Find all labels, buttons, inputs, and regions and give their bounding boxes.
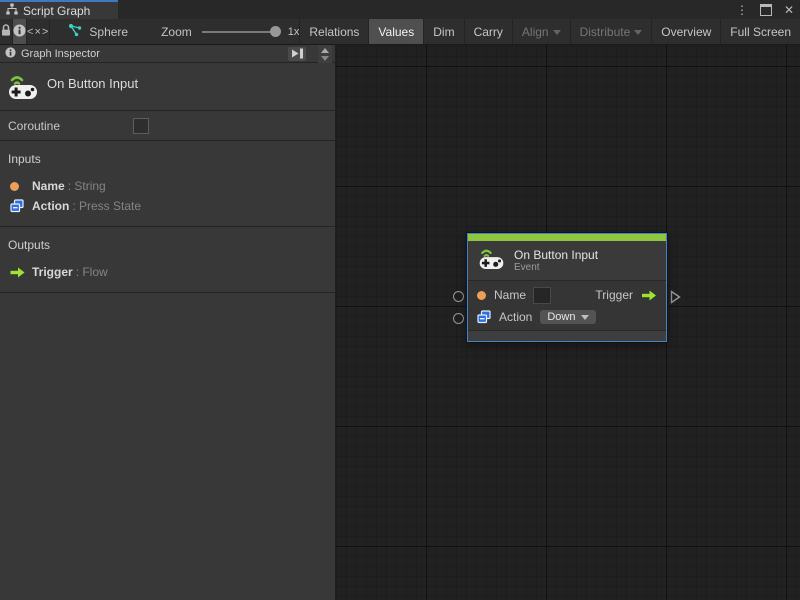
window-controls: ⋮ ✕ [736, 0, 794, 19]
scroll-down-icon[interactable] [321, 55, 329, 61]
flow-port-icon[interactable] [641, 290, 657, 301]
carry-button[interactable]: Carry [465, 19, 513, 44]
dim-button[interactable]: Dim [424, 19, 465, 44]
values-button[interactable]: Values [369, 19, 425, 44]
graph-inspector-panel: Graph Inspector On Button Input Coroutin… [0, 45, 336, 600]
graph-toolbar: <×> Sphere Zoom 1x Relations Values Dim [0, 19, 800, 45]
zoom-label: Zoom [161, 24, 192, 39]
chevron-down-icon [634, 29, 643, 35]
lock-button[interactable] [0, 19, 13, 44]
on-button-input-node[interactable]: On Button Input Event Name Trigger Actio… [467, 233, 667, 342]
graph-context-segment: Sphere Zoom 1x [50, 19, 301, 44]
name-value-input[interactable] [533, 286, 552, 304]
code-icon: <×> [27, 25, 50, 38]
relations-button[interactable]: Relations [300, 19, 370, 44]
outputs-section: Outputs Trigger : Flow [0, 227, 335, 293]
window-menu-icon[interactable]: ⋮ [736, 4, 748, 16]
graph-pointer-icon [68, 23, 82, 40]
coroutine-row: Coroutine [0, 111, 335, 141]
code-view-button[interactable]: <×> [27, 19, 51, 44]
name-port-hint-circle[interactable] [453, 291, 464, 302]
node-body: Name Trigger Action Down [468, 281, 666, 330]
scroll-up-icon[interactable] [321, 47, 329, 53]
inputs-section: Inputs Name : String Action : Press Stat… [0, 141, 335, 227]
zoom-slider-handle[interactable] [269, 25, 281, 37]
graph-canvas[interactable]: On Button Input Event Name Trigger Actio… [336, 45, 800, 600]
enum-port-icon [10, 199, 32, 213]
name-port-label: Name [494, 288, 527, 302]
lock-icon [0, 23, 12, 40]
node-title: On Button Input [514, 247, 599, 262]
output-row-trigger: Trigger : Flow [0, 262, 335, 282]
event-color-bar [468, 234, 666, 241]
name-port-row: Name Trigger [477, 284, 657, 306]
info-icon [5, 46, 16, 61]
overview-button[interactable]: Overview [652, 19, 722, 44]
dock-right-icon [291, 48, 303, 59]
flow-port-icon [10, 267, 32, 278]
action-dropdown-value: Down [547, 311, 576, 323]
chevron-down-icon [552, 29, 561, 35]
info-icon [13, 24, 26, 40]
script-graph-icon [6, 3, 18, 18]
input-row-action: Action : Press State [0, 196, 335, 216]
unit-header: On Button Input [0, 63, 335, 111]
close-icon[interactable]: ✕ [784, 4, 794, 16]
node-header[interactable]: On Button Input Event [468, 241, 666, 281]
node-subtitle: Event [514, 261, 540, 273]
tab-script-graph[interactable]: Script Graph [0, 0, 118, 19]
dock-inspector-button[interactable] [288, 46, 306, 61]
tab-bar: Script Graph ⋮ ✕ [0, 0, 800, 19]
coroutine-label: Coroutine [8, 118, 61, 133]
action-port-row: Action Down [477, 306, 657, 328]
enum-port-icon[interactable] [477, 310, 491, 324]
maximize-icon[interactable] [759, 3, 772, 16]
unit-title: On Button Input [47, 76, 139, 91]
align-dropdown-button[interactable]: Align [513, 19, 571, 44]
inputs-header: Inputs [8, 152, 41, 166]
action-port-label: Action [499, 310, 533, 324]
gamepad-icon [7, 72, 39, 105]
inspector-scroll-spinner [318, 45, 332, 63]
action-dropdown[interactable]: Down [540, 310, 597, 324]
gamepad-icon [478, 246, 505, 275]
zoom-slider[interactable] [201, 25, 281, 37]
trigger-port-label: Trigger [595, 288, 633, 302]
graph-inspector-toggle-button[interactable] [13, 19, 27, 44]
chevron-down-icon [581, 315, 590, 320]
coroutine-checkbox[interactable] [133, 117, 149, 134]
action-port-hint-circle[interactable] [453, 313, 464, 324]
string-port-icon [10, 181, 32, 191]
toolbar-buttons: Relations Values Dim Carry Align Distrib… [300, 19, 800, 44]
input-row-name: Name : String [0, 176, 335, 196]
full-screen-button[interactable]: Full Screen [721, 19, 800, 44]
string-port-icon[interactable] [477, 290, 486, 300]
distribute-dropdown-button[interactable]: Distribute [571, 19, 653, 44]
script-graph-window: Script Graph ⋮ ✕ <×> Sphere Zoom 1x Rela… [0, 0, 800, 600]
zoom-value: 1x [287, 25, 300, 38]
tab-label: Script Graph [23, 3, 91, 18]
graph-inspector-title: Graph Inspector [21, 47, 100, 60]
node-footer [468, 330, 666, 341]
graph-inspector-header: Graph Inspector [0, 45, 335, 63]
outputs-header: Outputs [8, 238, 51, 252]
graph-owner-label[interactable]: Sphere [89, 25, 128, 39]
trigger-port-hint-triangle[interactable] [670, 290, 681, 309]
